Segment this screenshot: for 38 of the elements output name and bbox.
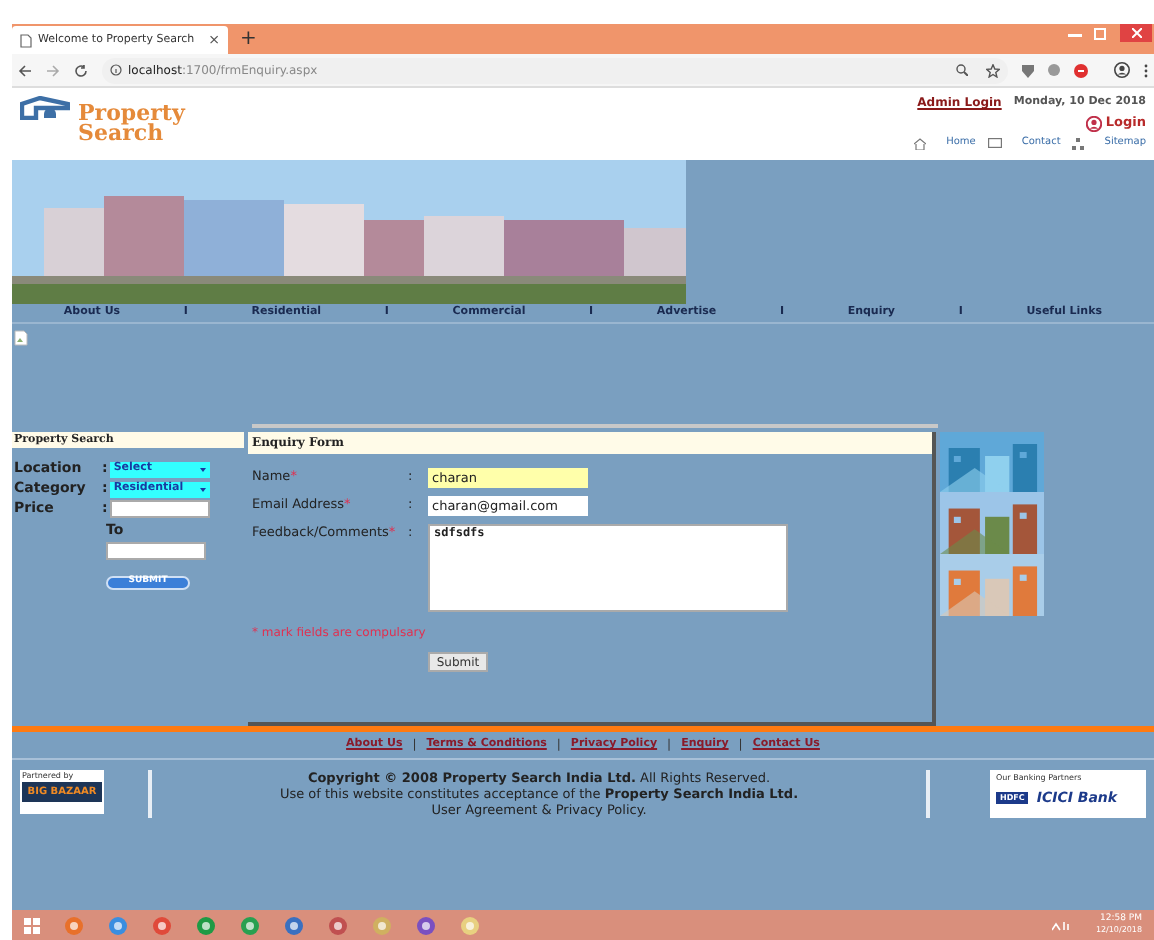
zoom-icon[interactable] bbox=[956, 64, 968, 76]
reload-icon[interactable] bbox=[74, 63, 88, 77]
star-icon[interactable] bbox=[986, 63, 1000, 77]
app-icon[interactable] bbox=[372, 915, 392, 935]
app-icon[interactable] bbox=[416, 915, 436, 935]
mail-icon bbox=[987, 138, 1002, 148]
back-icon[interactable] bbox=[18, 63, 32, 77]
price-field[interactable] bbox=[109, 500, 210, 518]
new-tab-button[interactable]: + bbox=[240, 30, 257, 50]
close-icon bbox=[1131, 28, 1141, 38]
close-window-button[interactable] bbox=[1120, 24, 1152, 42]
app-icon[interactable] bbox=[460, 915, 480, 935]
stop-icon[interactable] bbox=[1074, 63, 1088, 77]
price-to-field[interactable] bbox=[106, 541, 206, 559]
app-icon[interactable] bbox=[284, 915, 304, 935]
broken-image-icon bbox=[14, 330, 28, 346]
info-icon bbox=[110, 64, 122, 76]
app-icon[interactable] bbox=[328, 915, 348, 935]
restore-icon[interactable] bbox=[1094, 26, 1108, 40]
forward-icon[interactable] bbox=[46, 63, 60, 77]
site-logo-text: Property Search bbox=[78, 104, 185, 144]
house-logo-icon bbox=[20, 96, 70, 120]
page-icon bbox=[20, 33, 32, 47]
account-icon[interactable] bbox=[1114, 62, 1130, 78]
caret-icon bbox=[199, 467, 206, 471]
app-icon[interactable] bbox=[64, 915, 84, 935]
sitemap-icon bbox=[1072, 137, 1085, 149]
shield-icon[interactable] bbox=[1022, 63, 1034, 77]
caret-icon bbox=[199, 487, 206, 491]
app-icon[interactable] bbox=[196, 915, 216, 935]
app-icon[interactable] bbox=[108, 915, 128, 935]
user-icon bbox=[1085, 115, 1102, 132]
windows-icon[interactable] bbox=[24, 917, 40, 933]
app-icon[interactable] bbox=[240, 915, 260, 935]
extension-icon[interactable] bbox=[1048, 64, 1060, 76]
app-icon[interactable] bbox=[152, 915, 172, 935]
tray-icon[interactable] bbox=[1051, 919, 1072, 931]
home-icon bbox=[914, 137, 927, 149]
